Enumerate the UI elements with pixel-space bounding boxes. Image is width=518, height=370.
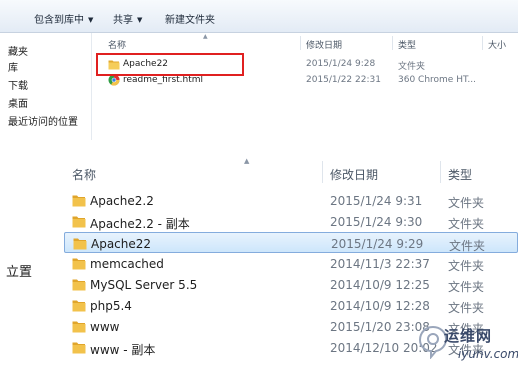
navigation-pane: 藏夹 库 下载 桌面 最近访问的位置: [0, 33, 92, 140]
file-date: 2015/1/22 22:31: [306, 75, 381, 85]
file-name: php5.4: [90, 299, 132, 313]
nav-item-libraries[interactable]: 库: [8, 59, 18, 74]
column-header-size[interactable]: 大小: [488, 38, 506, 51]
file-date: 2015/1/24 9:30: [330, 215, 423, 229]
file-row[interactable]: MySQL Server 5.5 2014/10/9 12:25 文件夹: [64, 274, 518, 295]
folder-icon: [73, 238, 87, 250]
column-divider[interactable]: [300, 36, 301, 50]
nav-item-downloads[interactable]: 下载: [8, 77, 28, 92]
column-divider[interactable]: [440, 161, 441, 183]
file-date: 2014/11/3 22:37: [330, 257, 430, 271]
file-date: 2015/1/24 9:28: [306, 59, 376, 69]
file-name: readme_first.html: [123, 75, 204, 85]
file-type: 文件夹: [448, 196, 485, 210]
chevron-down-icon: ▼: [88, 16, 94, 24]
nav-item-recent-places[interactable]: 最近访问的位置: [8, 113, 78, 128]
include-in-library-button[interactable]: 包含到库中 ▼: [34, 11, 93, 26]
file-name: memcached: [90, 257, 164, 271]
file-row[interactable]: Apache2.2 - 副本 2015/1/24 9:30 文件夹: [64, 211, 518, 232]
explorer-window-top: 包含到库中 ▼ 共享 ▼ 新建文件夹 藏夹 库 下载 桌面 最近访问的位置 ▲ 名称…: [0, 0, 518, 140]
folder-icon: [72, 342, 86, 354]
command-bar: 包含到库中 ▼ 共享 ▼ 新建文件夹: [0, 0, 518, 33]
sort-indicator-icon: ▲: [244, 157, 250, 165]
panel-gap: [0, 140, 518, 155]
watermark-text-en: iyunv.com: [458, 347, 518, 361]
column-header-name[interactable]: 名称: [108, 38, 126, 51]
highlight-annotation-box: [96, 53, 244, 76]
file-date: 2015/1/24 9:31: [330, 194, 423, 208]
column-header-type[interactable]: 类型: [448, 166, 472, 183]
file-row[interactable]: php5.4 2014/10/9 12:28 文件夹: [64, 295, 518, 316]
new-folder-label: 新建文件夹: [165, 15, 215, 26]
nav-item-desktop[interactable]: 桌面: [8, 95, 28, 110]
file-name: MySQL Server 5.5: [90, 278, 198, 292]
column-header-name[interactable]: 名称: [72, 166, 96, 183]
file-date: 2015/1/24 9:29: [331, 237, 424, 251]
column-divider[interactable]: [482, 36, 483, 50]
chevron-down-icon: ▼: [137, 16, 143, 24]
folder-icon: [72, 216, 86, 228]
file-type: 文件夹: [448, 280, 485, 294]
folder-icon: [72, 300, 86, 312]
column-header-type[interactable]: 类型: [398, 38, 416, 51]
file-type: 文件夹: [398, 62, 426, 72]
column-divider[interactable]: [322, 161, 323, 183]
file-type: 文件夹: [448, 217, 485, 231]
file-date: 2015/1/20 23:08: [330, 320, 430, 334]
folder-icon: [72, 279, 86, 291]
file-type: 文件夹: [448, 259, 485, 273]
sort-indicator-icon: ▲: [203, 33, 208, 40]
include-in-library-label: 包含到库中: [34, 15, 84, 26]
share-label: 共享: [113, 15, 133, 26]
new-folder-button[interactable]: 新建文件夹: [165, 11, 215, 26]
file-type: 文件夹: [449, 239, 486, 253]
file-type: 360 Chrome HT...: [398, 75, 476, 85]
column-header-date[interactable]: 修改日期: [306, 38, 342, 51]
file-name: www - 副本: [90, 343, 156, 357]
file-name: Apache2.2: [90, 194, 154, 208]
file-row[interactable]: Apache22 2015/1/24 9:29 文件夹: [64, 232, 518, 253]
folder-icon: [72, 321, 86, 333]
file-name: Apache2.2 - 副本: [90, 217, 190, 231]
column-divider[interactable]: [392, 36, 393, 50]
folder-icon: [72, 195, 86, 207]
watermark-text-cn: 运维网: [444, 327, 493, 345]
file-date: 2014/10/9 12:25: [330, 278, 430, 292]
share-button[interactable]: 共享 ▼: [113, 11, 142, 26]
file-type: 文件夹: [448, 301, 485, 315]
nav-item-recent-places[interactable]: 立置: [6, 261, 32, 280]
nav-item-favorites[interactable]: 藏夹: [8, 43, 28, 58]
file-row[interactable]: memcached 2014/11/3 22:37 文件夹: [64, 253, 518, 274]
file-row[interactable]: Apache2.2 2015/1/24 9:31 文件夹: [64, 190, 518, 211]
file-date: 2014/10/9 12:28: [330, 299, 430, 313]
file-name: Apache22: [91, 237, 152, 251]
column-header-date[interactable]: 修改日期: [330, 166, 378, 183]
file-name: www: [90, 320, 120, 334]
folder-icon: [72, 258, 86, 270]
watermark: 运维网 iyunv.com: [418, 323, 518, 367]
